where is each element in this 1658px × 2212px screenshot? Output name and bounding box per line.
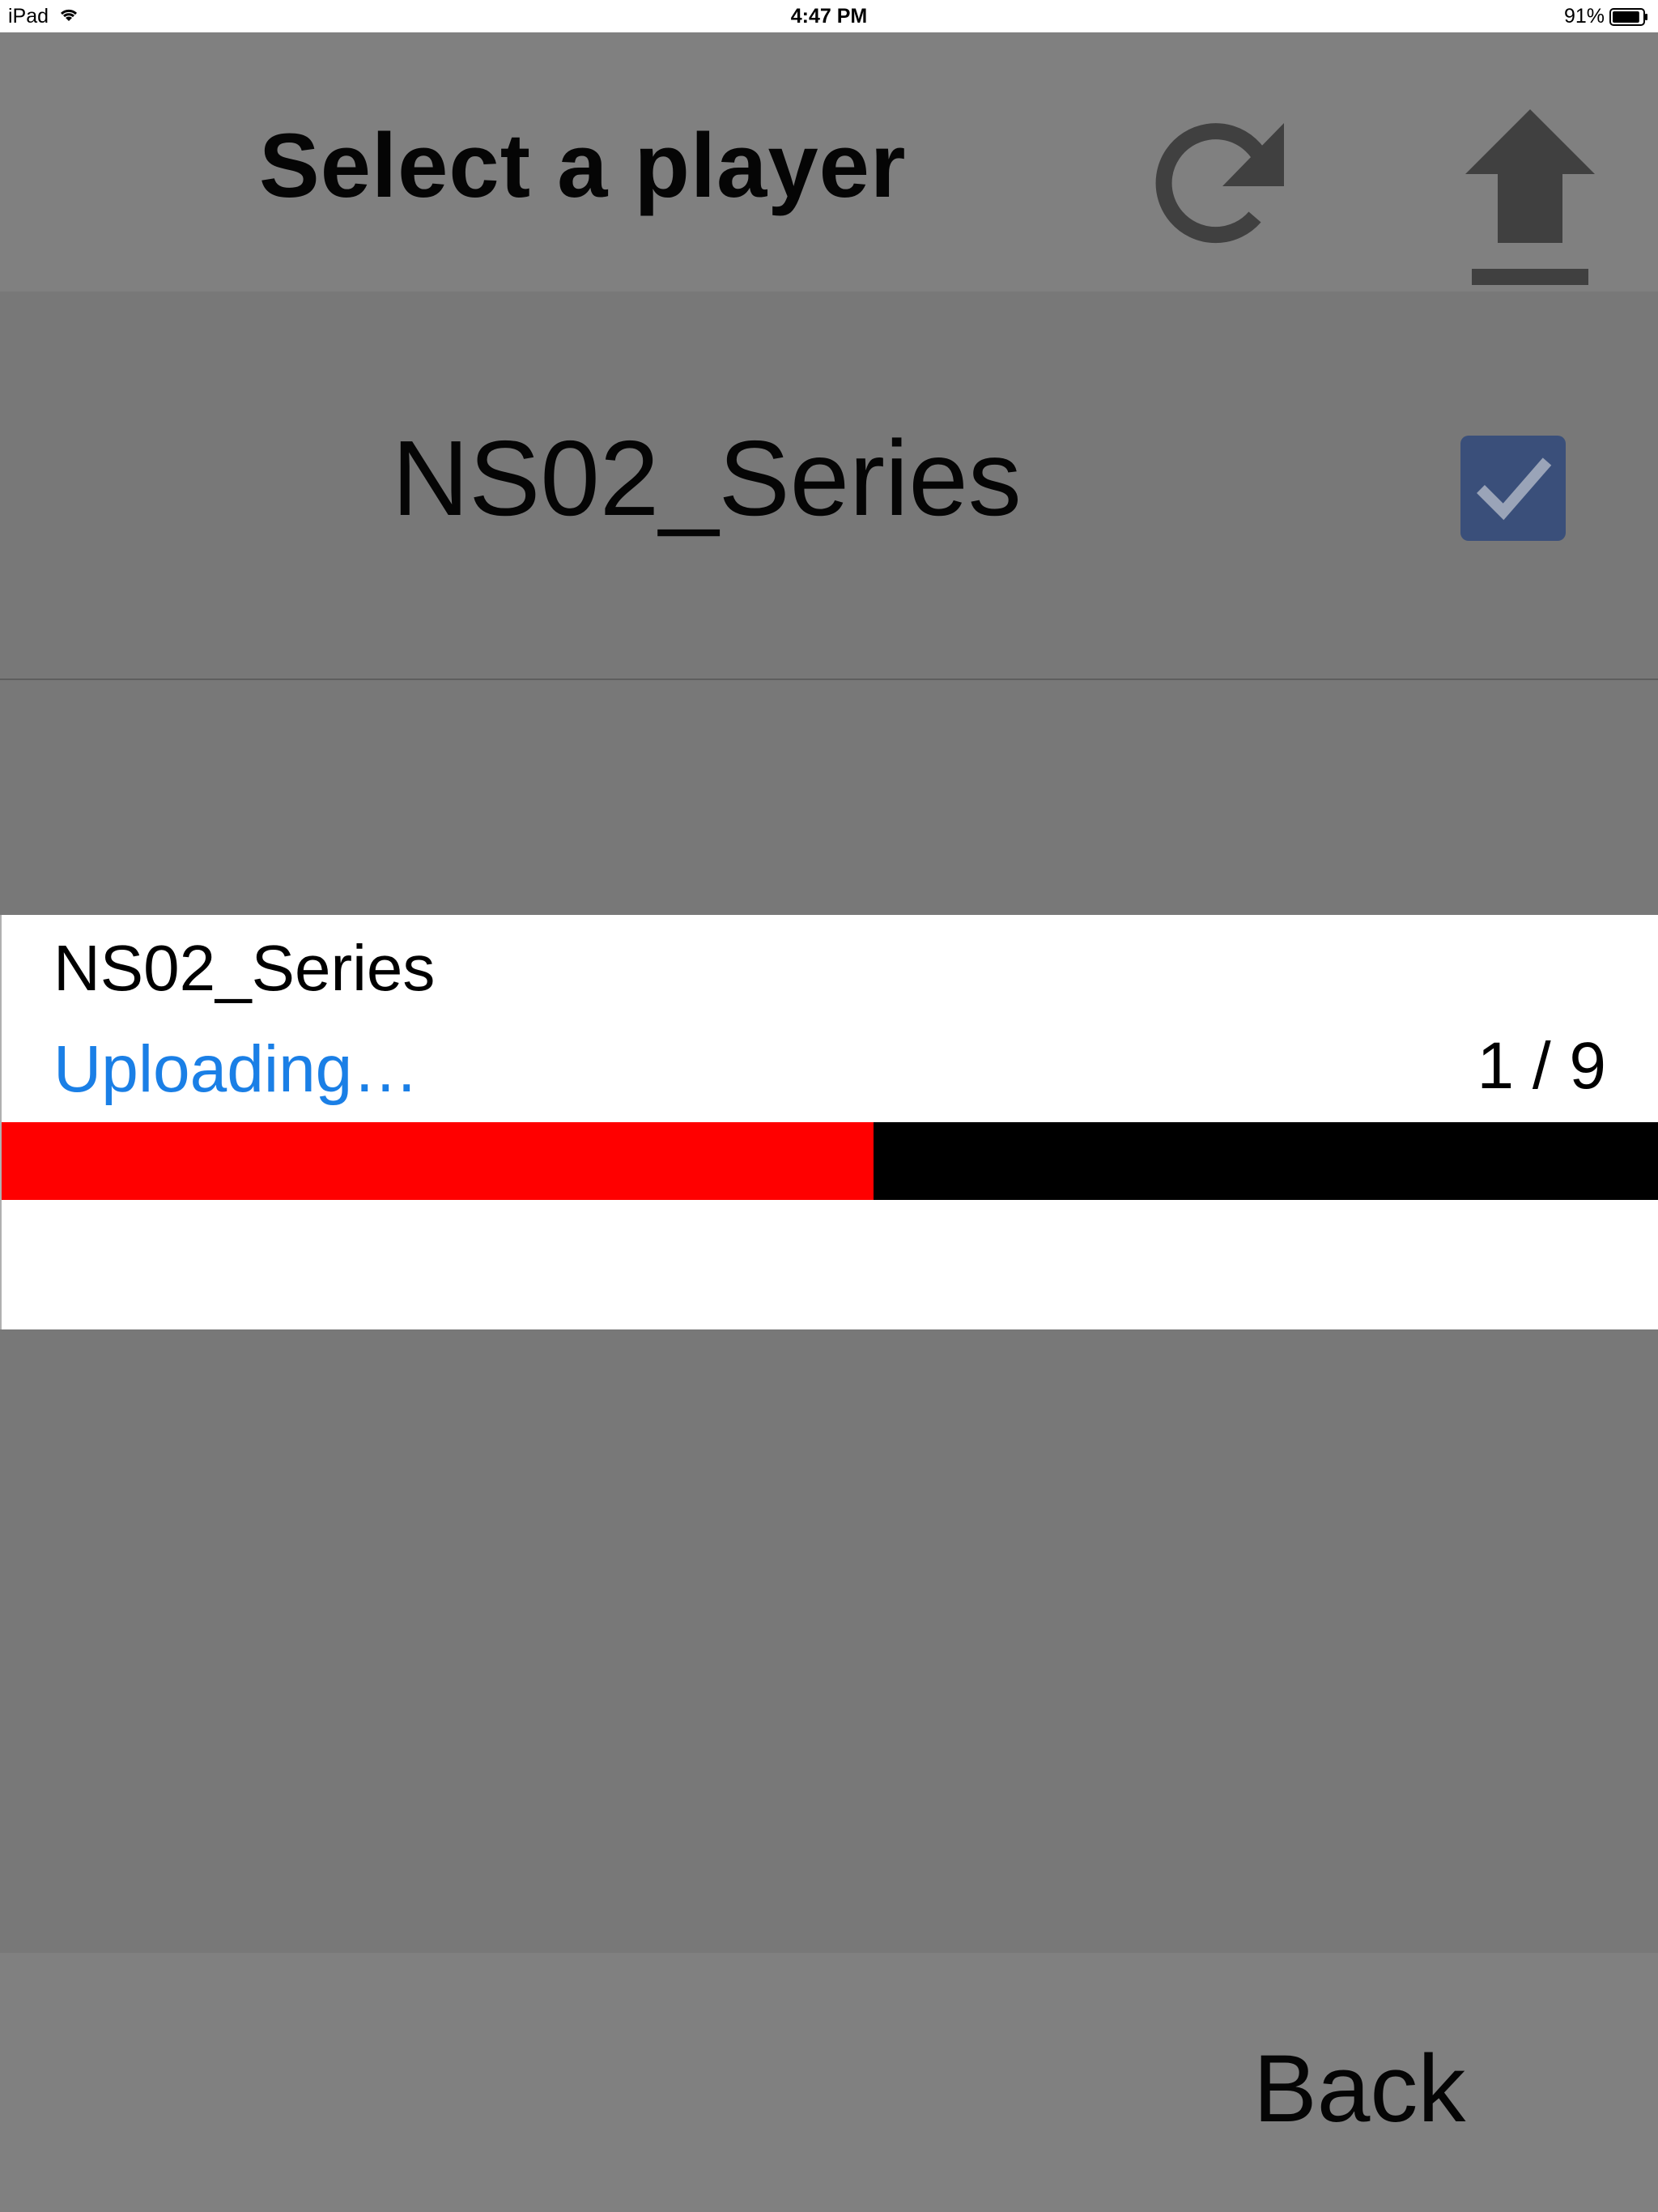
upload-count: 1 / 9 — [1477, 1029, 1606, 1103]
page-title: Select a player — [259, 115, 907, 216]
checkmark-icon — [1477, 457, 1552, 521]
player-checkbox[interactable] — [1460, 436, 1566, 541]
back-button[interactable]: Back — [1253, 2034, 1465, 2144]
progress-bar — [2, 1122, 1658, 1200]
footer: Back — [0, 1953, 1658, 2212]
upload-progress-dialog: NS02_Series Uploading… 1 / 9 — [0, 915, 1658, 1329]
player-list-item[interactable]: NS02_Series — [0, 291, 1658, 680]
refresh-button[interactable] — [1141, 105, 1287, 251]
status-time: 4:47 PM — [790, 5, 868, 28]
upload-button[interactable] — [1457, 105, 1603, 291]
header: Select a player — [0, 32, 1658, 291]
refresh-icon — [1155, 123, 1284, 244]
upload-status: Uploading… — [53, 1032, 419, 1106]
battery-icon — [1609, 8, 1647, 26]
battery-percent: 91% — [1563, 5, 1605, 28]
player-name: NS02_Series — [392, 419, 1022, 538]
upload-icon — [1465, 109, 1595, 285]
status-bar: iPad 4:47 PM 91% — [0, 0, 1658, 32]
upload-player-name: NS02_Series — [53, 932, 436, 1004]
progress-bar-fill — [2, 1122, 874, 1200]
